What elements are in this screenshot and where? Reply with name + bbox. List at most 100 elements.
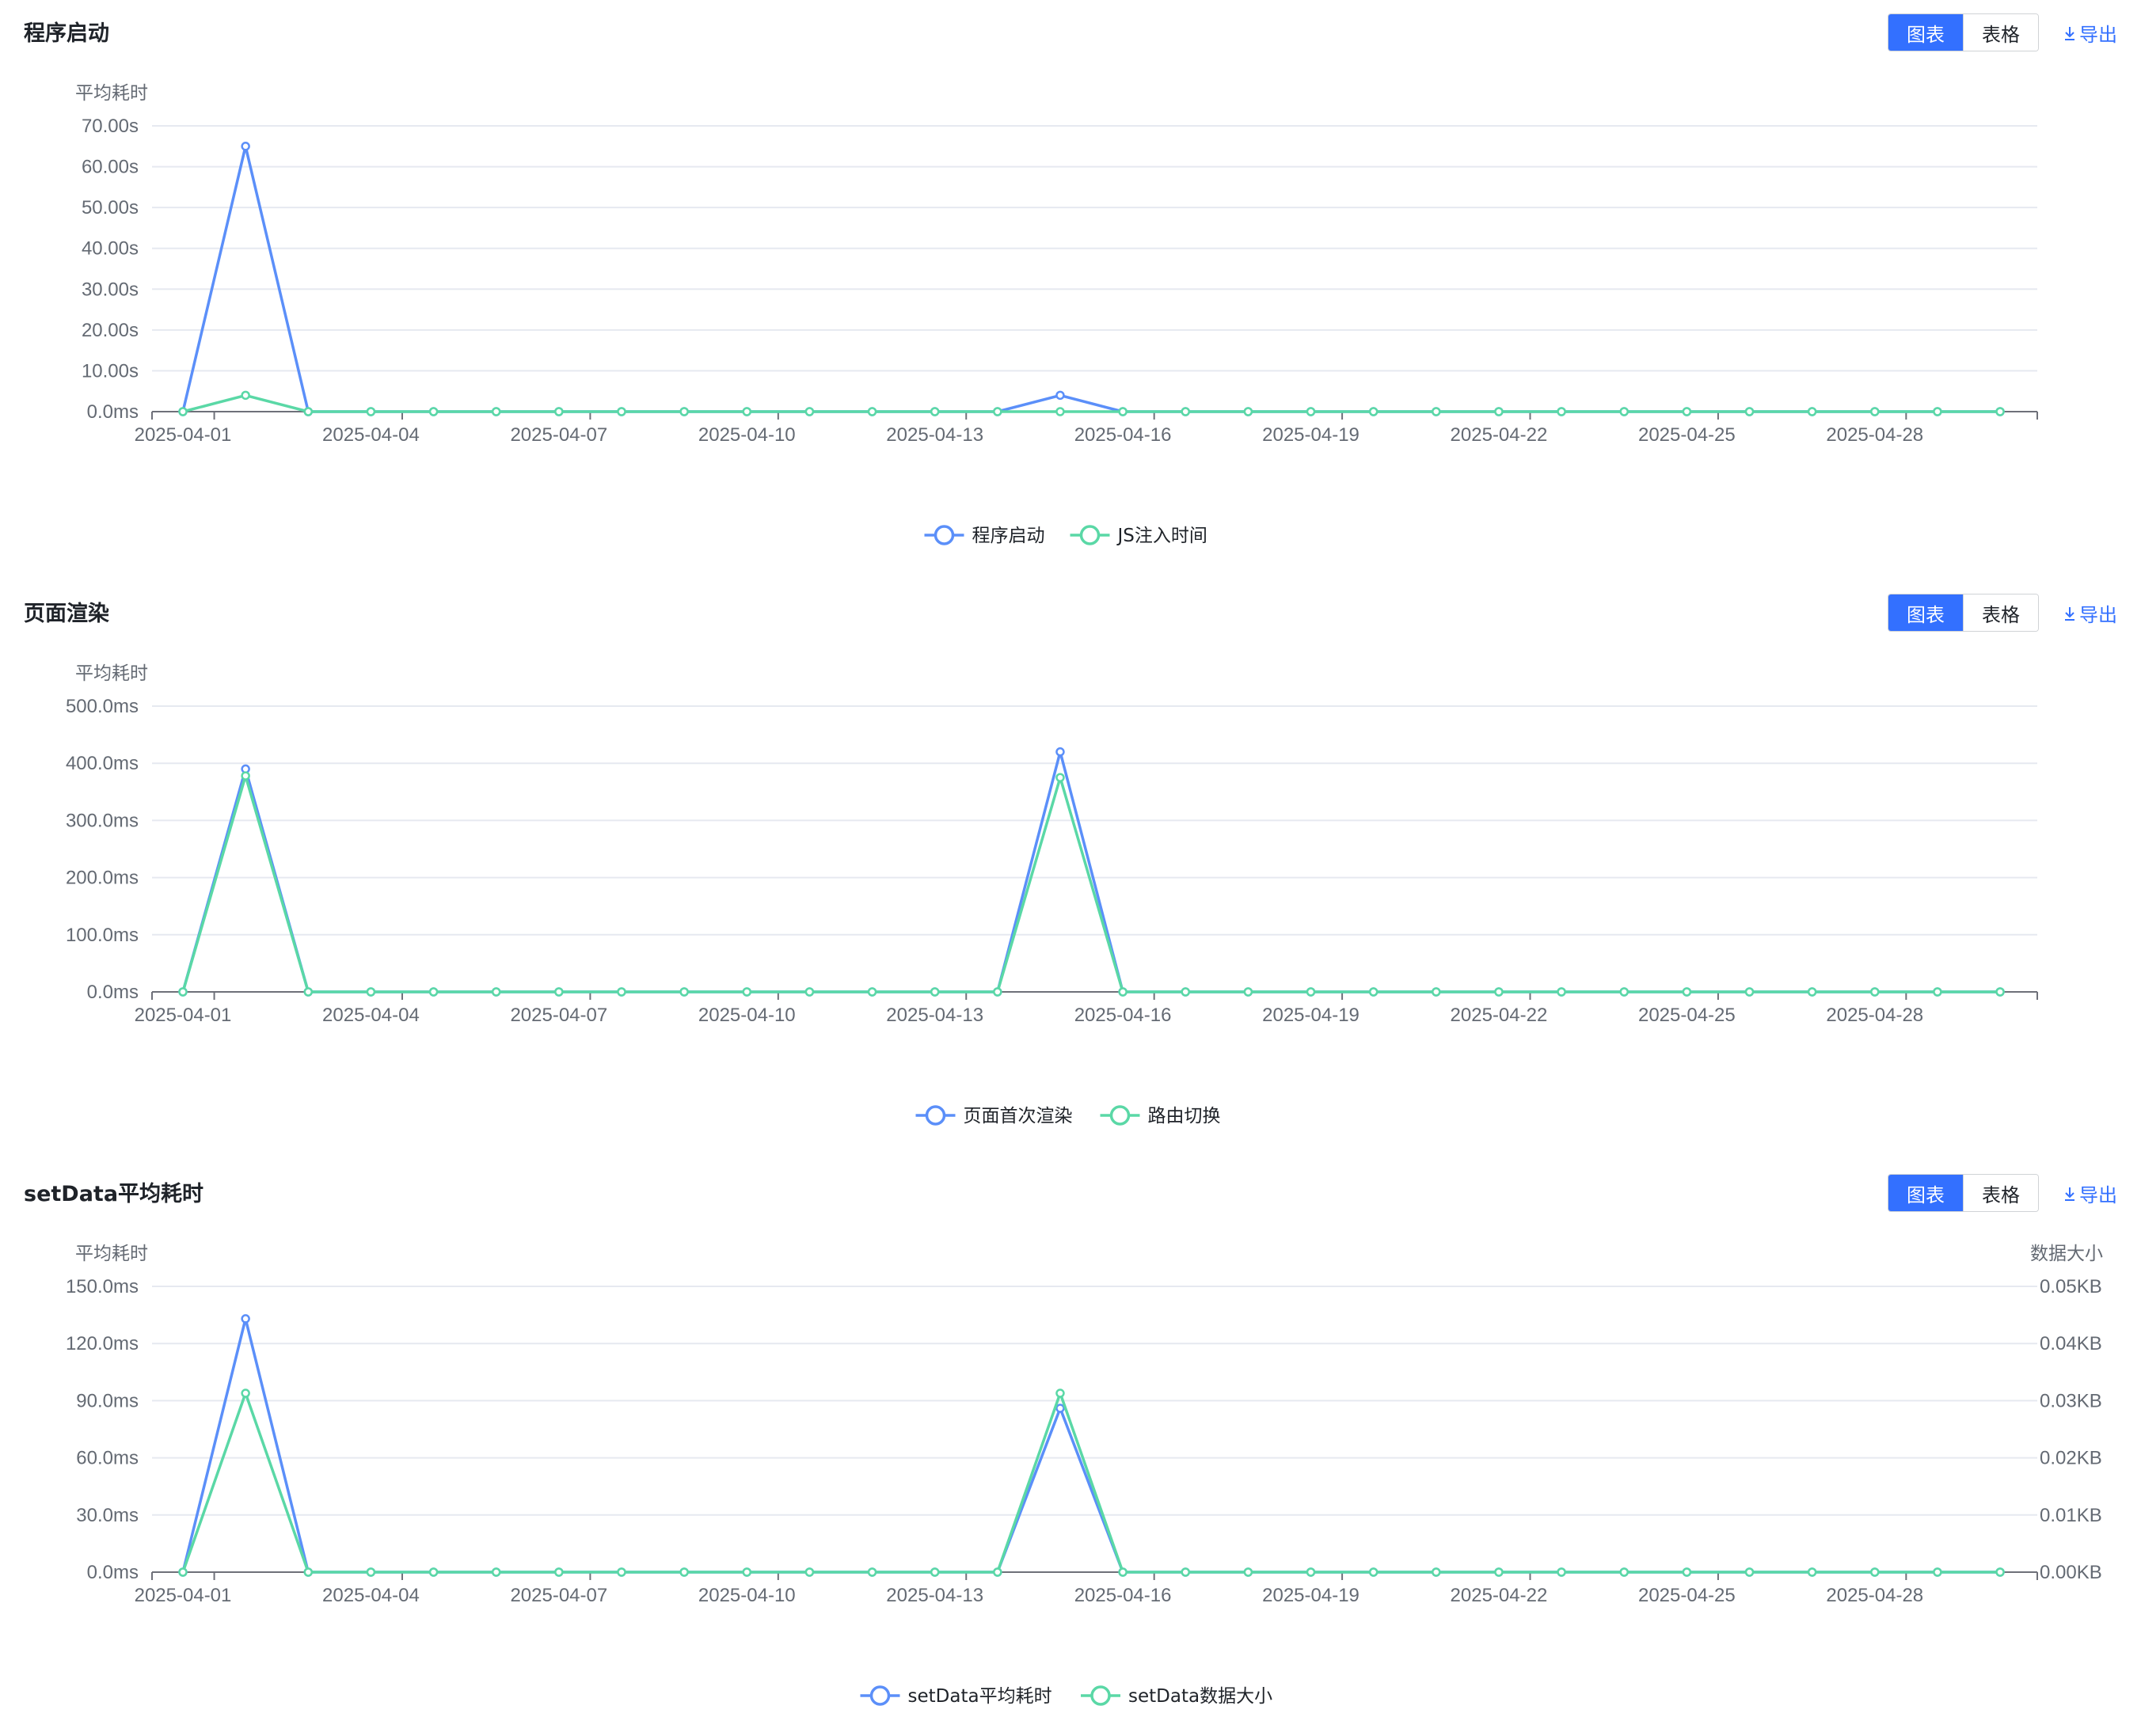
data-point xyxy=(930,987,940,997)
series-line-2 xyxy=(181,774,2001,993)
data-point xyxy=(1432,987,1441,997)
data-point xyxy=(366,407,376,416)
view-toggle[interactable]: 图表 表格 xyxy=(1888,1174,2039,1212)
data-point xyxy=(241,142,250,151)
data-point xyxy=(241,390,250,401)
data-point xyxy=(1118,987,1128,997)
data-point xyxy=(1055,1388,1065,1398)
y-tick-label: 300.0ms xyxy=(66,810,139,831)
data-point xyxy=(1243,407,1253,416)
data-point xyxy=(1557,1567,1566,1577)
data-point xyxy=(1682,1567,1692,1577)
legend-item[interactable]: 页面首次渲染 xyxy=(915,1105,1073,1126)
data-point xyxy=(178,987,188,997)
y-tick-label: 0.0ms xyxy=(87,1562,139,1583)
x-tick-label: 2025-04-28 xyxy=(1826,424,1923,446)
download-icon xyxy=(2065,26,2074,40)
table-view-button[interactable]: 表格 xyxy=(1963,594,2038,631)
y-tick-label: 500.0ms xyxy=(66,696,139,717)
data-point xyxy=(1368,1567,1379,1577)
data-point xyxy=(1494,987,1504,997)
y-axis-title: 平均耗时 xyxy=(75,83,148,104)
data-point xyxy=(993,407,1002,416)
data-point xyxy=(178,1567,188,1577)
data-point xyxy=(867,1567,877,1577)
y-tick-label: 100.0ms xyxy=(66,925,139,946)
data-point xyxy=(1557,987,1566,997)
chart-panel: 平均耗时 0.0ms 10.00s 20.00s 30.00s 40.00s 50.00s 6… xyxy=(0,0,2141,576)
y-tick-label: 0.0ms xyxy=(87,401,139,423)
data-point xyxy=(491,987,501,997)
data-point xyxy=(1055,773,1065,782)
view-toggle[interactable]: 图表 表格 xyxy=(1888,594,2039,632)
data-point xyxy=(554,987,564,997)
data-point xyxy=(1619,407,1629,416)
data-point xyxy=(993,987,1002,997)
export-button[interactable]: 导出 xyxy=(2062,19,2117,47)
export-button[interactable]: 导出 xyxy=(2062,599,2117,627)
series-line-2 xyxy=(181,1392,2001,1574)
legend-item[interactable]: setData数据大小 xyxy=(1081,1685,1272,1707)
x-tick-label: 2025-04-22 xyxy=(1451,1585,1548,1606)
y2-tick-label: 0.01KB xyxy=(2040,1505,2102,1526)
chart-view-button[interactable]: 图表 xyxy=(1888,594,1963,631)
x-tick-label: 2025-04-10 xyxy=(698,424,796,446)
data-point xyxy=(804,407,815,416)
x-tick-label: 2025-04-16 xyxy=(1074,1005,1172,1026)
legend-label: 程序启动 xyxy=(972,526,1045,546)
chart-view-button[interactable]: 图表 xyxy=(1888,1175,1963,1211)
legend-marker xyxy=(934,525,955,545)
y2-tick-label: 0.00KB xyxy=(2040,1562,2102,1583)
data-point xyxy=(1055,390,1065,401)
data-point xyxy=(679,407,689,416)
x-tick-label: 2025-04-19 xyxy=(1262,424,1360,446)
data-point xyxy=(1744,987,1755,997)
x-tick-label: 2025-04-19 xyxy=(1262,1585,1360,1606)
export-button[interactable]: 导出 xyxy=(2062,1179,2117,1207)
data-point xyxy=(1995,1567,2005,1577)
x-tick-label: 2025-04-10 xyxy=(698,1005,796,1026)
chart-view-button[interactable]: 图表 xyxy=(1888,14,1963,51)
table-view-button[interactable]: 表格 xyxy=(1963,14,2038,51)
data-point xyxy=(1181,1567,1190,1577)
data-point xyxy=(1494,1567,1504,1577)
data-point xyxy=(178,407,188,416)
data-point xyxy=(1181,407,1190,416)
series-line-1 xyxy=(181,1317,2001,1574)
y2-tick-label: 0.02KB xyxy=(2040,1448,2102,1469)
x-tick-label: 2025-04-28 xyxy=(1826,1005,1923,1026)
x-tick-label: 2025-04-16 xyxy=(1074,424,1172,446)
data-point xyxy=(679,1567,689,1577)
y-tick-label: 60.00s xyxy=(82,157,139,178)
legend-item[interactable]: JS注入时间 xyxy=(1070,525,1207,546)
series-line-1 xyxy=(181,145,2001,413)
data-point xyxy=(1557,407,1566,416)
x-tick-label: 2025-04-25 xyxy=(1638,1585,1736,1606)
data-point xyxy=(1807,407,1817,416)
data-point xyxy=(804,1567,815,1577)
x-tick-label: 2025-04-01 xyxy=(135,424,232,446)
data-point xyxy=(303,407,314,416)
y-axis-title: 平均耗时 xyxy=(75,663,148,684)
legend-marker xyxy=(869,1685,891,1706)
view-toggle[interactable]: 图表 表格 xyxy=(1888,13,2039,51)
y-tick-label: 0.0ms xyxy=(87,982,139,1003)
data-point xyxy=(554,407,564,416)
data-point xyxy=(930,407,940,416)
legend-label: 路由切换 xyxy=(1148,1106,1221,1126)
legend-marker xyxy=(925,1105,946,1126)
data-point xyxy=(491,1567,501,1577)
legend-label: 页面首次渲染 xyxy=(964,1106,1073,1126)
data-point xyxy=(1870,1567,1880,1577)
legend-item[interactable]: 路由切换 xyxy=(1100,1105,1221,1126)
data-point xyxy=(1807,1567,1817,1577)
legend-item[interactable]: 程序启动 xyxy=(924,525,1045,546)
x-tick-label: 2025-04-25 xyxy=(1638,424,1736,446)
y-tick-label: 200.0ms xyxy=(66,868,139,889)
data-point xyxy=(742,407,752,416)
legend-item[interactable]: setData平均耗时 xyxy=(860,1685,1052,1707)
table-view-button[interactable]: 表格 xyxy=(1963,1175,2038,1211)
line-chart: 平均耗时 0.0ms 100.0ms 200.0ms 300.0ms 400.0ms 500… xyxy=(66,663,2038,1126)
data-point xyxy=(1306,407,1316,416)
x-tick-label: 2025-04-01 xyxy=(135,1005,232,1026)
